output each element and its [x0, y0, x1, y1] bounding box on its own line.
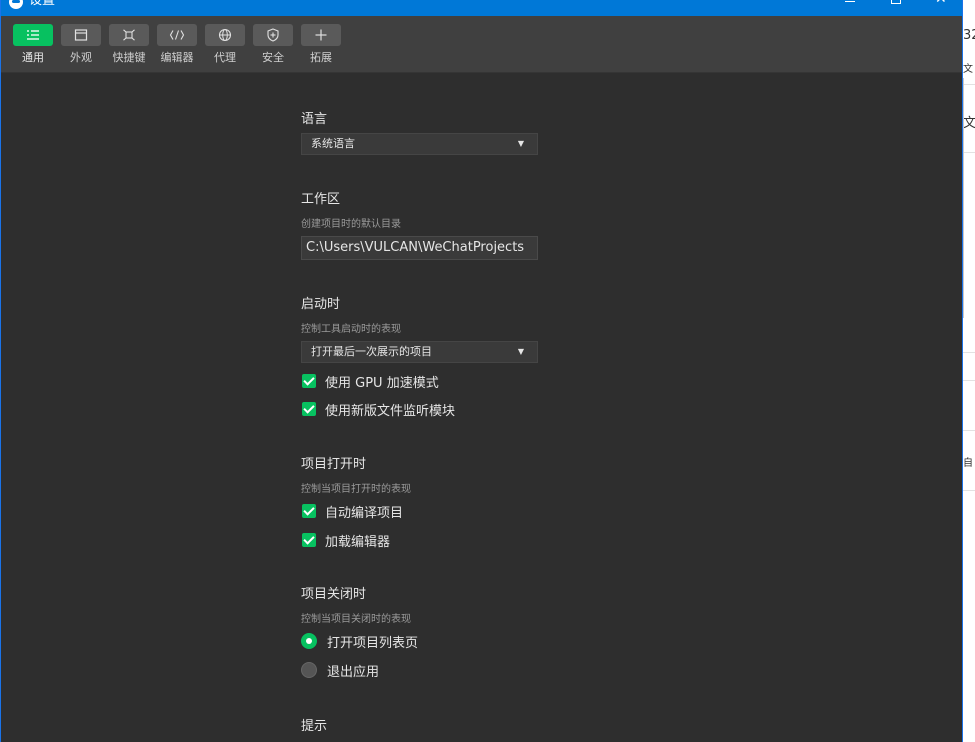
minimize-icon: [845, 1, 855, 2]
tab-editor[interactable]: 编辑器: [157, 24, 197, 72]
chevron-down-icon: ▼: [517, 347, 524, 356]
divider: [963, 490, 975, 491]
chevron-down-icon: ▼: [517, 139, 524, 148]
tab-shortcuts[interactable]: 快捷键: [109, 24, 149, 72]
shield-icon: [267, 28, 279, 42]
command-key-icon: [123, 29, 135, 41]
close-button[interactable]: ✕: [918, 0, 964, 16]
close-icon: ✕: [935, 0, 947, 6]
divider: [963, 152, 975, 153]
project-close-title: 项目关闭时: [301, 587, 367, 602]
radio-unselected-icon: [301, 662, 317, 678]
background-app-fragment: 32 文 文 自: [963, 0, 975, 742]
radio-label: 退出应用: [327, 665, 380, 680]
title-bar[interactable]: 设置 ✕: [1, 0, 962, 16]
checkbox-label: 自动编译项目: [325, 506, 404, 521]
minimize-button[interactable]: [826, 0, 872, 16]
list-settings-icon: [27, 30, 39, 40]
workspace-desc: 创建项目时的默认目录: [301, 219, 401, 230]
radio-label: 打开项目列表页: [327, 636, 419, 651]
background-text: 文: [963, 116, 975, 131]
checkbox-checked-icon: [302, 402, 316, 416]
language-select[interactable]: 系统语言 ▼: [301, 133, 538, 155]
divider: [963, 352, 975, 353]
background-text: 自: [963, 458, 973, 469]
window-layout-icon: [74, 29, 88, 41]
project-open-desc: 控制当项目打开时的表现: [301, 484, 411, 495]
background-text: 32: [963, 28, 975, 43]
code-brackets-icon: [169, 30, 185, 40]
divider: [963, 430, 975, 431]
radio-selected-icon: [301, 633, 317, 649]
project-open-title: 项目打开时: [301, 457, 367, 472]
workspace-path-input[interactable]: C:\Users\VULCAN\WeChatProjects: [301, 236, 538, 260]
checkbox-label: 使用 GPU 加速模式: [325, 376, 439, 391]
globe-icon: [218, 28, 232, 42]
language-select-value: 系统语言: [311, 137, 355, 150]
tab-security[interactable]: 安全: [253, 24, 293, 72]
maximize-icon: [891, 0, 901, 4]
language-title: 语言: [301, 112, 328, 127]
settings-toolbar: 通用 外观 快捷键 编辑器 代理 安全 拓展: [1, 16, 962, 73]
plus-icon: [315, 29, 327, 41]
checkbox-label: 加载编辑器: [325, 535, 391, 550]
tab-general[interactable]: 通用: [13, 24, 53, 72]
window-title: 设置: [29, 0, 56, 8]
wechat-devtools-icon: [9, 0, 23, 9]
divider: [963, 380, 975, 381]
hints-title: 提示: [301, 719, 328, 734]
project-close-desc: 控制当项目关闭时的表现: [301, 614, 411, 625]
checkbox-checked-icon: [302, 533, 316, 547]
startup-title: 启动时: [301, 297, 341, 312]
checkbox-checked-icon: [302, 504, 316, 518]
startup-select-value: 打开最后一次展示的项目: [311, 345, 432, 358]
settings-content: 语言 系统语言 ▼ 工作区 创建项目时的默认目录 C:\Users\VULCAN…: [1, 74, 962, 742]
background-text: 文: [963, 64, 973, 75]
startup-select[interactable]: 打开最后一次展示的项目 ▼: [301, 341, 538, 363]
divider: [963, 84, 975, 85]
tab-label: 拓展: [310, 51, 332, 64]
checkbox-label: 使用新版文件监听模块: [325, 404, 456, 419]
checkbox-checked-icon: [302, 374, 316, 388]
startup-desc: 控制工具启动时的表现: [301, 324, 401, 335]
tab-appearance[interactable]: 外观: [61, 24, 101, 72]
maximize-button[interactable]: [873, 0, 919, 16]
tab-extensions[interactable]: 拓展: [301, 24, 341, 72]
settings-window: 设置 ✕ 通用: [0, 0, 963, 742]
tab-proxy[interactable]: 代理: [205, 24, 245, 72]
workspace-title: 工作区: [301, 192, 341, 207]
